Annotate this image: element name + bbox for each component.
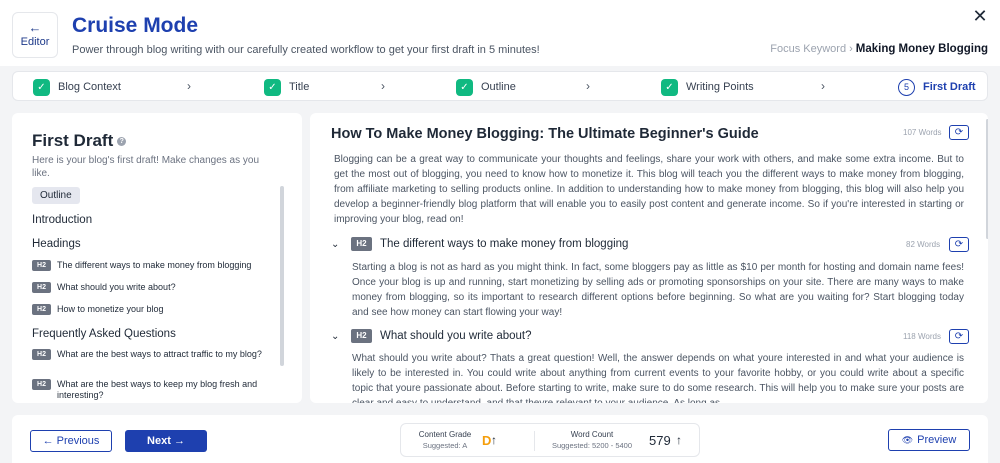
- editor-back-button[interactable]: ← Editor: [12, 12, 58, 58]
- chevron-down-icon[interactable]: ⌄: [331, 331, 343, 342]
- panel-title-text: First Draft: [32, 131, 114, 150]
- page-subtitle: Power through blog writing with our care…: [72, 44, 540, 56]
- step-title[interactable]: ✓ Title: [264, 78, 309, 96]
- h2-tag: H2: [32, 379, 51, 390]
- step-label: First Draft: [923, 81, 976, 93]
- outline-faq-text: What are the best ways to keep my blog f…: [57, 379, 258, 400]
- draft-editor: How To Make Money Blogging: The Ultimate…: [310, 113, 988, 403]
- h2-tag: H2: [32, 282, 51, 293]
- step-label: Title: [289, 81, 310, 93]
- outline-heading-item[interactable]: H2 The different ways to make money from…: [32, 260, 272, 271]
- outline-faq-item[interactable]: H2 What are the best ways to keep my blo…: [32, 379, 272, 401]
- content-grade-value: D: [482, 433, 492, 448]
- refresh-icon[interactable]: ⟳: [949, 329, 969, 344]
- content-grade-suggested: Suggested: A: [422, 441, 468, 450]
- step-first-draft[interactable]: 5 First Draft: [898, 78, 976, 96]
- chevron-right-icon: ›: [849, 43, 853, 55]
- outline-heading-item[interactable]: H2 What should you write about?: [32, 282, 272, 293]
- outline-faq-item[interactable]: H2 What are the best ways to attract tra…: [32, 349, 272, 360]
- content-grade-label: Content Grade: [418, 430, 472, 439]
- check-icon: ✓: [456, 78, 473, 96]
- outline-faq-text: What are the best ways to attract traffi…: [57, 349, 262, 359]
- headings-label: Headings: [32, 238, 81, 250]
- scrollbar[interactable]: [986, 119, 988, 239]
- chevron-right-icon: ›: [187, 79, 191, 93]
- faq-label: Frequently Asked Questions: [32, 328, 176, 340]
- word-count-label: Word Count: [570, 430, 614, 439]
- stats-box: Content Grade Suggested: A D ↑ Word Coun…: [400, 423, 700, 457]
- preview-label: Preview: [917, 434, 957, 446]
- h2-tag: H2: [351, 237, 372, 251]
- panel-description: Here is your blog's first draft! Make ch…: [32, 155, 260, 179]
- word-count: 118 Words: [903, 332, 941, 341]
- outline-heading-text: How to monetize your blog: [57, 304, 164, 314]
- word-count: 107 Words: [903, 128, 942, 137]
- outline-heading-item[interactable]: H2 How to monetize your blog: [32, 304, 272, 315]
- page-title: Cruise Mode: [72, 14, 199, 37]
- panel-title: First Draft?: [32, 131, 127, 151]
- check-icon: ✓: [33, 78, 50, 96]
- word-count-value: 579: [649, 433, 671, 448]
- step-writing-points[interactable]: ✓ Writing Points: [661, 78, 754, 96]
- next-button[interactable]: Next →: [125, 430, 207, 452]
- chevron-down-icon[interactable]: ⌄: [331, 239, 343, 250]
- intro-paragraph[interactable]: Blogging can be a great way to communica…: [334, 152, 964, 227]
- outline-introduction[interactable]: Introduction: [32, 214, 92, 226]
- outline-heading-text: What should you write about?: [57, 282, 176, 292]
- step-label: Outline: [481, 81, 516, 93]
- outline-panel: First Draft? Here is your blog's first d…: [12, 113, 302, 403]
- outline-heading-text: The different ways to make money from bl…: [57, 260, 252, 270]
- h2-tag: H2: [32, 304, 51, 315]
- step-blog-context[interactable]: ✓ Blog Context: [33, 78, 121, 96]
- focus-keyword: Focus Keyword › Making Money Blogging: [770, 43, 988, 55]
- focus-keyword-value: Making Money Blogging: [855, 43, 988, 55]
- word-count-suggested: Suggested: 5200 - 5400: [551, 441, 633, 450]
- divider: [534, 431, 535, 451]
- h2-tag: H2: [32, 349, 51, 360]
- info-icon[interactable]: ?: [117, 137, 127, 147]
- chevron-right-icon: ›: [586, 79, 590, 93]
- focus-keyword-label: Focus Keyword: [770, 43, 847, 55]
- check-icon: ✓: [661, 78, 678, 96]
- scrollbar[interactable]: [280, 186, 284, 366]
- step-label: Writing Points: [686, 81, 754, 93]
- check-icon: ✓: [264, 78, 281, 96]
- arrow-up-icon: ↑: [676, 433, 682, 447]
- close-icon[interactable]: ✕: [970, 6, 990, 26]
- arrow-left-icon: ←: [28, 20, 42, 35]
- step-outline[interactable]: ✓ Outline: [456, 78, 516, 96]
- section-heading: ⌄ H2 What should you write about?: [331, 329, 532, 343]
- draft-title[interactable]: How To Make Money Blogging: The Ultimate…: [331, 126, 759, 142]
- h2-tag: H2: [351, 329, 372, 343]
- step-label: Blog Context: [58, 81, 121, 93]
- chevron-right-icon: ›: [381, 79, 385, 93]
- section-heading-text[interactable]: The different ways to make money from bl…: [380, 238, 628, 250]
- section-paragraph[interactable]: Starting a blog is not as hard as you mi…: [352, 260, 964, 320]
- chevron-right-icon: ›: [821, 79, 825, 93]
- arrow-up-icon: ↑: [491, 433, 497, 447]
- refresh-icon[interactable]: ⟳: [949, 237, 969, 252]
- step-number: 5: [898, 78, 915, 96]
- h2-tag: H2: [32, 260, 51, 271]
- section-heading-text[interactable]: What should you write about?: [380, 330, 532, 342]
- preview-button[interactable]: 👁 Preview: [888, 429, 970, 451]
- workflow-stepper: ✓ Blog Context › ✓ Title › ✓ Outline › ✓…: [12, 71, 988, 101]
- previous-button[interactable]: ← Previous: [30, 430, 112, 452]
- editor-label: Editor: [20, 36, 50, 48]
- refresh-icon[interactable]: ⟳: [949, 125, 969, 140]
- section-paragraph[interactable]: What should you write about? Thats a gre…: [352, 351, 964, 403]
- section-heading: ⌄ H2 The different ways to make money fr…: [331, 237, 628, 251]
- word-count: 82 Words: [906, 240, 941, 249]
- footer-bar: ← Previous Next → Content Grade Suggeste…: [12, 415, 988, 463]
- header: ← Editor Cruise Mode Power through blog …: [0, 0, 1000, 66]
- eye-icon: 👁: [901, 435, 914, 445]
- outline-chip[interactable]: Outline: [32, 187, 80, 204]
